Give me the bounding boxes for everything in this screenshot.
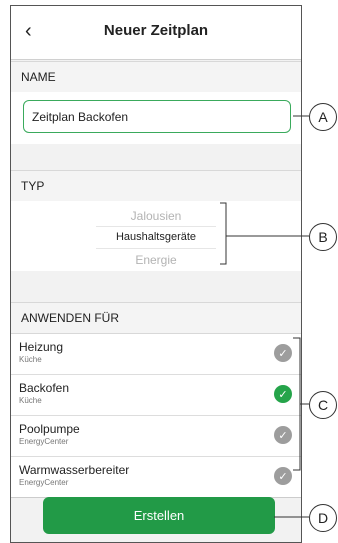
callout-lines: [220, 115, 309, 518]
callout-d: D: [309, 504, 337, 532]
callout-a: A: [309, 103, 337, 131]
callout-c: C: [309, 391, 337, 419]
callout-b: B: [309, 223, 337, 251]
